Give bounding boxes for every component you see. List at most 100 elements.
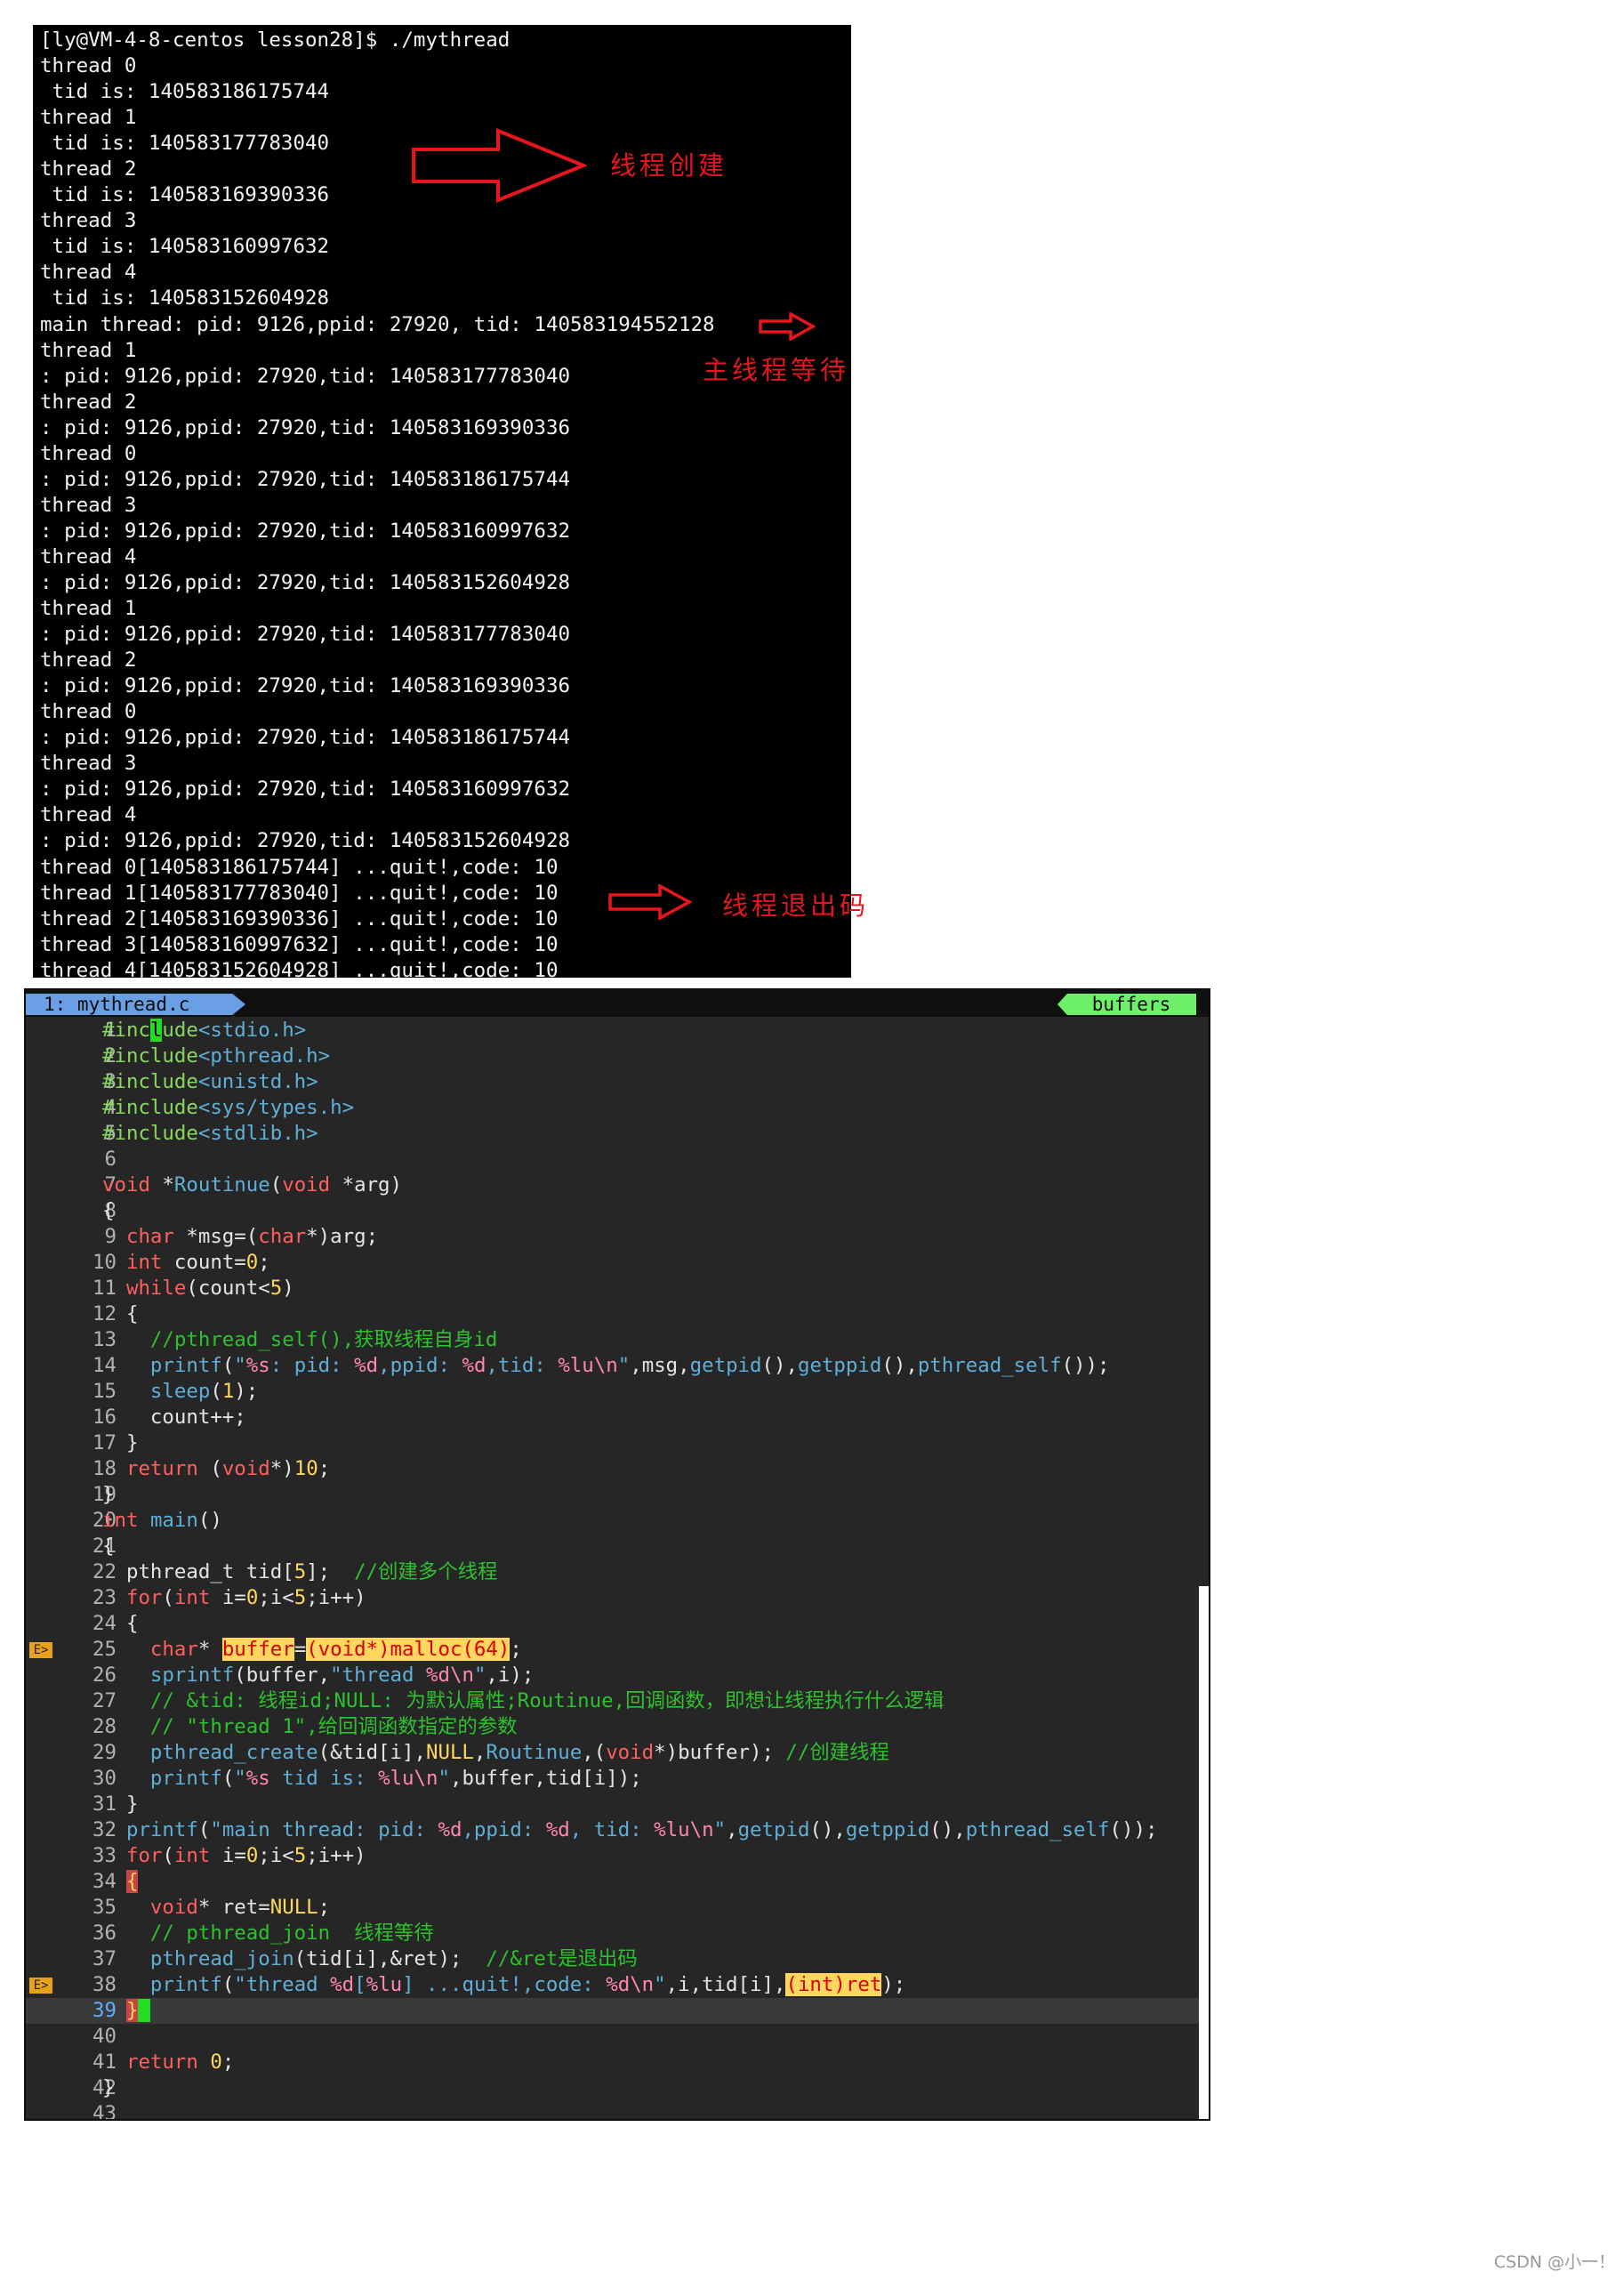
terminal-output-line: thread 3	[40, 209, 137, 233]
code-text[interactable]: pthread_create(&tid[i],NULL,Routinue,(vo…	[102, 1740, 889, 1766]
csdn-watermark: CSDN @小一！	[1493, 2252, 1615, 2272]
code-text[interactable]: {	[102, 1611, 139, 1637]
code-line-25[interactable]: E> 25 char* buffer=(void*)malloc(64);	[26, 1637, 1209, 1663]
code-text[interactable]: // pthread_join 线程等待	[102, 1921, 434, 1946]
code-text[interactable]: for(int i=0;i<5;i++)	[102, 1843, 366, 1869]
terminal-output-line: tid is: 140583186175744	[40, 80, 330, 104]
code-line-17[interactable]: 17 }	[26, 1430, 1209, 1456]
tab-mythread-c[interactable]: 1: mythread.c	[26, 994, 245, 1015]
code-line-3[interactable]: 3 #include<unistd.h>	[26, 1069, 1209, 1095]
code-line-38[interactable]: E> 38 printf("thread %d[%lu] ...quit!,cod…	[26, 1972, 1209, 1998]
code-line-22[interactable]: 22 pthread_t tid[5]; //创建多个线程	[26, 1559, 1209, 1585]
code-line-9[interactable]: 9 char *msg=(char*)arg;	[26, 1224, 1209, 1250]
terminal-output-line: : pid: 9126,ppid: 27920,tid: 14058316099…	[40, 777, 571, 802]
code-text[interactable]: sleep(1);	[102, 1379, 258, 1405]
code-text[interactable]: while(count<5)	[102, 1276, 294, 1301]
code-text[interactable]: #include<sys/types.h>	[102, 1095, 354, 1121]
code-text[interactable]: // "thread 1",给回调函数指定的参数	[102, 1714, 518, 1740]
code-text[interactable]: #include<stdlib.h>	[102, 1121, 318, 1147]
code-line-8[interactable]: 8{	[26, 1198, 1209, 1224]
code-line-18[interactable]: 18 return (void*)10;	[26, 1456, 1209, 1482]
code-line-7[interactable]: 7 void *Routinue(void *arg)	[26, 1172, 1209, 1198]
code-text[interactable]: #include<unistd.h>	[102, 1069, 318, 1095]
code-line-6[interactable]: 6	[26, 1147, 1209, 1172]
code-line-43[interactable]: 43	[26, 2101, 1209, 2119]
code-text[interactable]: count++;	[102, 1405, 246, 1430]
terminal-output-line: thread 1	[40, 106, 137, 130]
code-text[interactable]: printf("thread %d[%lu] ...quit!,code: %d…	[102, 1972, 905, 1998]
code-line-16[interactable]: 16 count++;	[26, 1405, 1209, 1430]
code-line-35[interactable]: 35 void* ret=NULL;	[26, 1895, 1209, 1921]
code-line-15[interactable]: 15 sleep(1);	[26, 1379, 1209, 1405]
buffers-indicator[interactable]: buffers	[1057, 994, 1196, 1015]
terminal-output-line: : pid: 9126,ppid: 27920,tid: 14058318617…	[40, 726, 571, 750]
code-line-39[interactable]: 39 }	[26, 1998, 1209, 2024]
code-text[interactable]: char *msg=(char*)arg;	[102, 1224, 378, 1250]
code-text[interactable]: #include<pthread.h>	[102, 1043, 330, 1069]
code-text[interactable]: {	[102, 1198, 114, 1224]
code-text[interactable]: return 0;	[102, 2050, 234, 2075]
code-line-11[interactable]: 11 while(count<5)	[26, 1276, 1209, 1301]
code-line-30[interactable]: 30 printf("%s tid is: %lu\n",buffer,tid[…	[26, 1766, 1209, 1792]
code-line-10[interactable]: 10 int count=0;	[26, 1250, 1209, 1276]
annotation-exit-code: 线程退出码	[722, 890, 870, 921]
code-text[interactable]: #include<stdio.h>	[102, 1018, 306, 1043]
code-area[interactable]: 1 #include<stdio.h> 2 #include<pthread.h> 3 #…	[26, 1018, 1209, 2119]
code-line-24[interactable]: 24 {	[26, 1611, 1209, 1637]
code-line-31[interactable]: 31 }	[26, 1792, 1209, 1817]
code-line-19[interactable]: 19}	[26, 1482, 1209, 1508]
error-sign-icon[interactable]: E>	[29, 1642, 52, 1658]
code-line-40[interactable]: 40	[26, 2024, 1209, 2050]
code-line-20[interactable]: 20 int main()	[26, 1508, 1209, 1534]
code-line-13[interactable]: 13 //pthread_self(),获取线程自身id	[26, 1327, 1209, 1353]
code-line-27[interactable]: 27 // &tid: 线程id;NULL: 为默认属性;Routinue,回调…	[26, 1688, 1209, 1714]
code-text[interactable]: // &tid: 线程id;NULL: 为默认属性;Routinue,回调函数，…	[102, 1688, 944, 1714]
code-line-33[interactable]: 33 for(int i=0;i<5;i++)	[26, 1843, 1209, 1869]
code-line-21[interactable]: 21{	[26, 1534, 1209, 1559]
code-line-28[interactable]: 28 // "thread 1",给回调函数指定的参数	[26, 1714, 1209, 1740]
code-text[interactable]: {	[102, 1534, 114, 1559]
code-line-2[interactable]: 2 #include<pthread.h>	[26, 1043, 1209, 1069]
code-text[interactable]: printf("%s: pid: %d,ppid: %d,tid: %lu\n"…	[102, 1353, 1110, 1379]
code-text[interactable]: printf("%s tid is: %lu\n",buffer,tid[i])…	[102, 1766, 642, 1792]
error-sign-icon[interactable]: E>	[29, 1978, 52, 1994]
code-text[interactable]: int count=0;	[102, 1250, 270, 1276]
code-text[interactable]: }	[102, 1430, 139, 1456]
code-text[interactable]: int main()	[102, 1508, 222, 1534]
code-text[interactable]: }	[102, 1482, 114, 1508]
code-text[interactable]: for(int i=0;i<5;i++)	[102, 1585, 366, 1611]
code-text[interactable]: }	[102, 2075, 114, 2101]
code-text[interactable]: //pthread_self(),获取线程自身id	[102, 1327, 497, 1353]
code-text[interactable]: void* ret=NULL;	[102, 1895, 330, 1921]
code-line-14[interactable]: 14 printf("%s: pid: %d,ppid: %d,tid: %lu…	[26, 1353, 1209, 1379]
code-line-4[interactable]: 4 #include<sys/types.h>	[26, 1095, 1209, 1121]
code-text[interactable]: sprintf(buffer,"thread %d\n",i);	[102, 1663, 534, 1688]
code-line-32[interactable]: 32 printf("main thread: pid: %d,ppid: %d…	[26, 1817, 1209, 1843]
code-text[interactable]: pthread_t tid[5]; //创建多个线程	[102, 1559, 497, 1585]
code-text[interactable]: printf("main thread: pid: %d,ppid: %d, t…	[102, 1817, 1157, 1843]
code-text[interactable]: char* buffer=(void*)malloc(64);	[102, 1637, 522, 1663]
code-text[interactable]: {	[102, 1301, 139, 1327]
code-line-37[interactable]: 37 pthread_join(tid[i],&ret); //&ret是退出码	[26, 1946, 1209, 1972]
code-text[interactable]: {	[102, 1869, 139, 1895]
code-line-29[interactable]: 29 pthread_create(&tid[i],NULL,Routinue,…	[26, 1740, 1209, 1766]
code-text[interactable]: return (void*)10;	[102, 1456, 330, 1482]
terminal-output-line: : pid: 9126,ppid: 27920,tid: 14058316939…	[40, 415, 571, 439]
code-line-12[interactable]: 12 {	[26, 1301, 1209, 1327]
terminal-output-line: tid is: 140583160997632	[40, 235, 330, 259]
code-line-41[interactable]: 41 return 0;	[26, 2050, 1209, 2075]
line-number: 6	[104, 1148, 117, 1171]
code-line-5[interactable]: 5 #include<stdlib.h>	[26, 1121, 1209, 1147]
code-line-34[interactable]: 34 {	[26, 1869, 1209, 1895]
annotation-thread-create: 线程创建	[610, 150, 728, 181]
code-line-1[interactable]: 1 #include<stdio.h>	[26, 1018, 1209, 1043]
code-text[interactable]: }	[102, 1998, 150, 2024]
code-text[interactable]: void *Routinue(void *arg)	[102, 1172, 402, 1198]
code-line-42[interactable]: 42}	[26, 2075, 1209, 2101]
terminal-output-line: : pid: 9126,ppid: 27920,tid: 14058315260…	[40, 570, 571, 594]
code-line-26[interactable]: 26 sprintf(buffer,"thread %d\n",i);	[26, 1663, 1209, 1688]
code-text[interactable]: }	[102, 1792, 139, 1817]
code-text[interactable]: pthread_join(tid[i],&ret); //&ret是退出码	[102, 1946, 638, 1972]
code-line-36[interactable]: 36 // pthread_join 线程等待	[26, 1921, 1209, 1946]
code-line-23[interactable]: 23 for(int i=0;i<5;i++)	[26, 1585, 1209, 1611]
